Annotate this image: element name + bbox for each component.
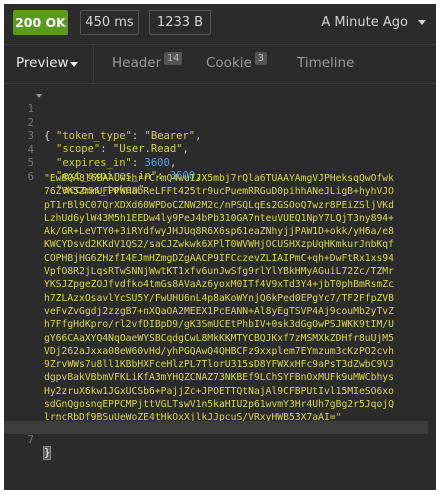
status-code-badge: 200 OK <box>13 10 68 35</box>
tab-header-label: Header <box>112 55 162 71</box>
tab-timeline[interactable]: Timeline <box>269 45 359 83</box>
code-line: 1 { <box>4 90 436 142</box>
response-body-viewer[interactable]: 1 { 2 "token_type": "Bearer", 3 "scope":… <box>4 84 436 490</box>
code-line: 4 "expires_in": 3600, <box>4 131 436 169</box>
chevron-down-icon[interactable] <box>418 20 426 25</box>
tab-cookie-label: Cookie <box>206 55 252 71</box>
chevron-down-icon[interactable] <box>70 62 78 67</box>
tab-preview[interactable]: Preview <box>4 45 94 83</box>
code-line: 2 "token_type": "Bearer", <box>4 104 436 142</box>
response-tabs: Preview Header 14 Cookie 3 Timeline <box>4 45 436 84</box>
fold-caret-icon[interactable] <box>36 94 42 98</box>
code-line: 5 "ext_expires_in": 3600, <box>4 144 436 182</box>
response-status-bar: 200 OK 450 ms 1233 B A Minute Ago <box>4 4 436 45</box>
code-line: 6 "access_token": <box>4 158 436 196</box>
cookie-count-badge: 3 <box>254 52 267 65</box>
response-time-badge: 450 ms <box>80 10 139 35</box>
tab-cookie[interactable]: Cookie 3 <box>186 45 269 83</box>
scrollbar[interactable] <box>428 84 436 490</box>
response-history-dropdown[interactable]: A Minute Ago <box>321 10 408 35</box>
header-count-badge: 14 <box>164 52 183 65</box>
response-size-badge: 1233 B <box>149 10 211 35</box>
tab-timeline-label: Timeline <box>297 55 355 71</box>
tab-preview-label: Preview <box>16 55 69 71</box>
line-number: 7 <box>27 434 34 447</box>
code-line: 3 "scope": "User.Read", <box>4 117 436 155</box>
code-line: 7 } <box>4 421 436 461</box>
line-number: 6 <box>27 170 34 183</box>
close-brace: } <box>42 446 52 461</box>
json-string-value: "EwBQA8l6BAAUwihrrCrmQ4wuIJX5mbj7rQla6TU… <box>44 173 394 424</box>
response-pane: 200 OK 450 ms 1233 B A Minute Ago Previe… <box>4 4 436 490</box>
matching-brace-highlight: } <box>42 446 52 461</box>
tab-header[interactable]: Header 14 <box>94 45 186 83</box>
